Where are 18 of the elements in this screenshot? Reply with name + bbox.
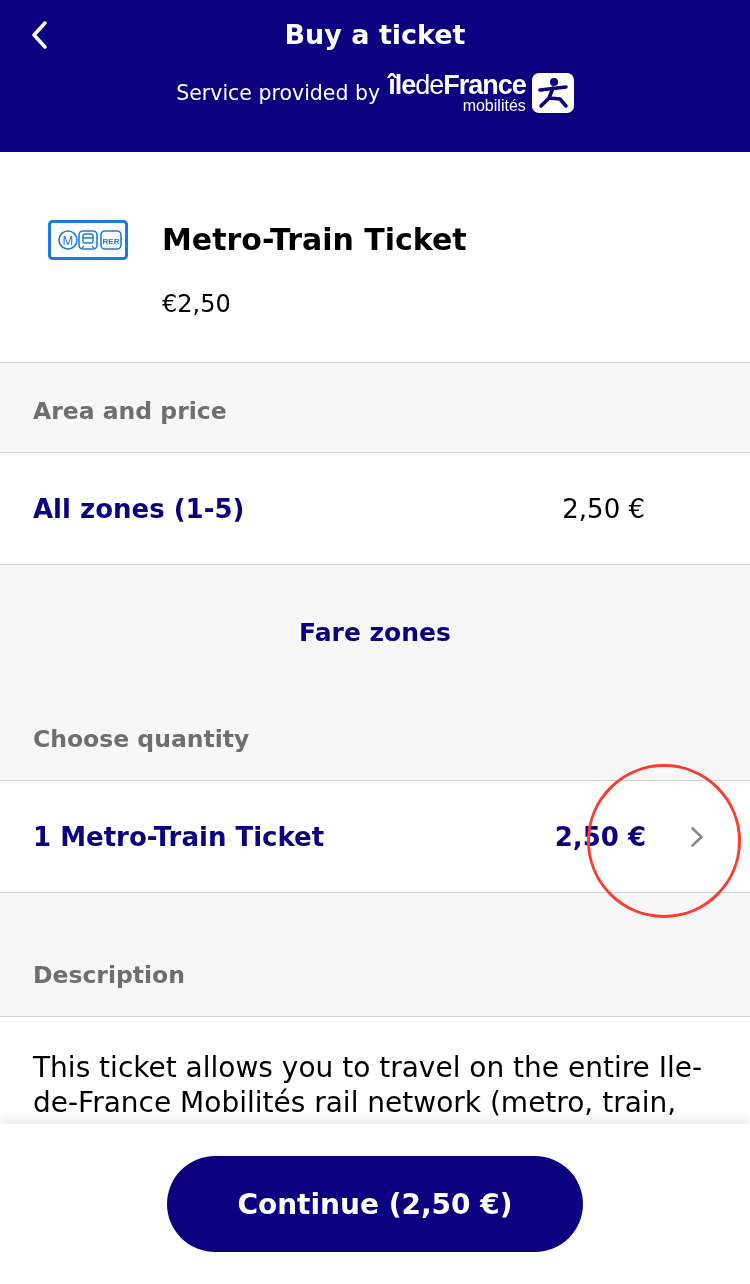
zone-price: 2,50 € xyxy=(562,493,645,524)
ticket-price: €2,50 xyxy=(162,289,232,320)
logo-subline: mobilités xyxy=(462,98,526,114)
ticket-name: Metro-Train Ticket xyxy=(162,221,467,259)
continue-button[interactable]: Continue (2,50 €) xyxy=(167,1156,583,1252)
walking-figure-icon xyxy=(531,73,574,113)
provider-text: Service provided by xyxy=(176,80,381,106)
section-heading: Choose quantity xyxy=(32,724,251,755)
section-heading: Description xyxy=(32,960,186,991)
chevron-right-icon xyxy=(690,825,704,848)
quantity-label: 1 Metro-Train Ticket xyxy=(33,821,326,852)
back-button[interactable] xyxy=(30,20,50,50)
section-heading: Area and price xyxy=(32,396,228,427)
fare-zones-link[interactable]: Fare zones xyxy=(299,618,451,648)
logo-wordmark: îledeFrance xyxy=(388,72,526,98)
page-title: Buy a ticket xyxy=(283,18,467,52)
metro-train-rer-icon: M RER xyxy=(48,220,128,260)
zone-label: All zones (1-5) xyxy=(33,493,246,524)
